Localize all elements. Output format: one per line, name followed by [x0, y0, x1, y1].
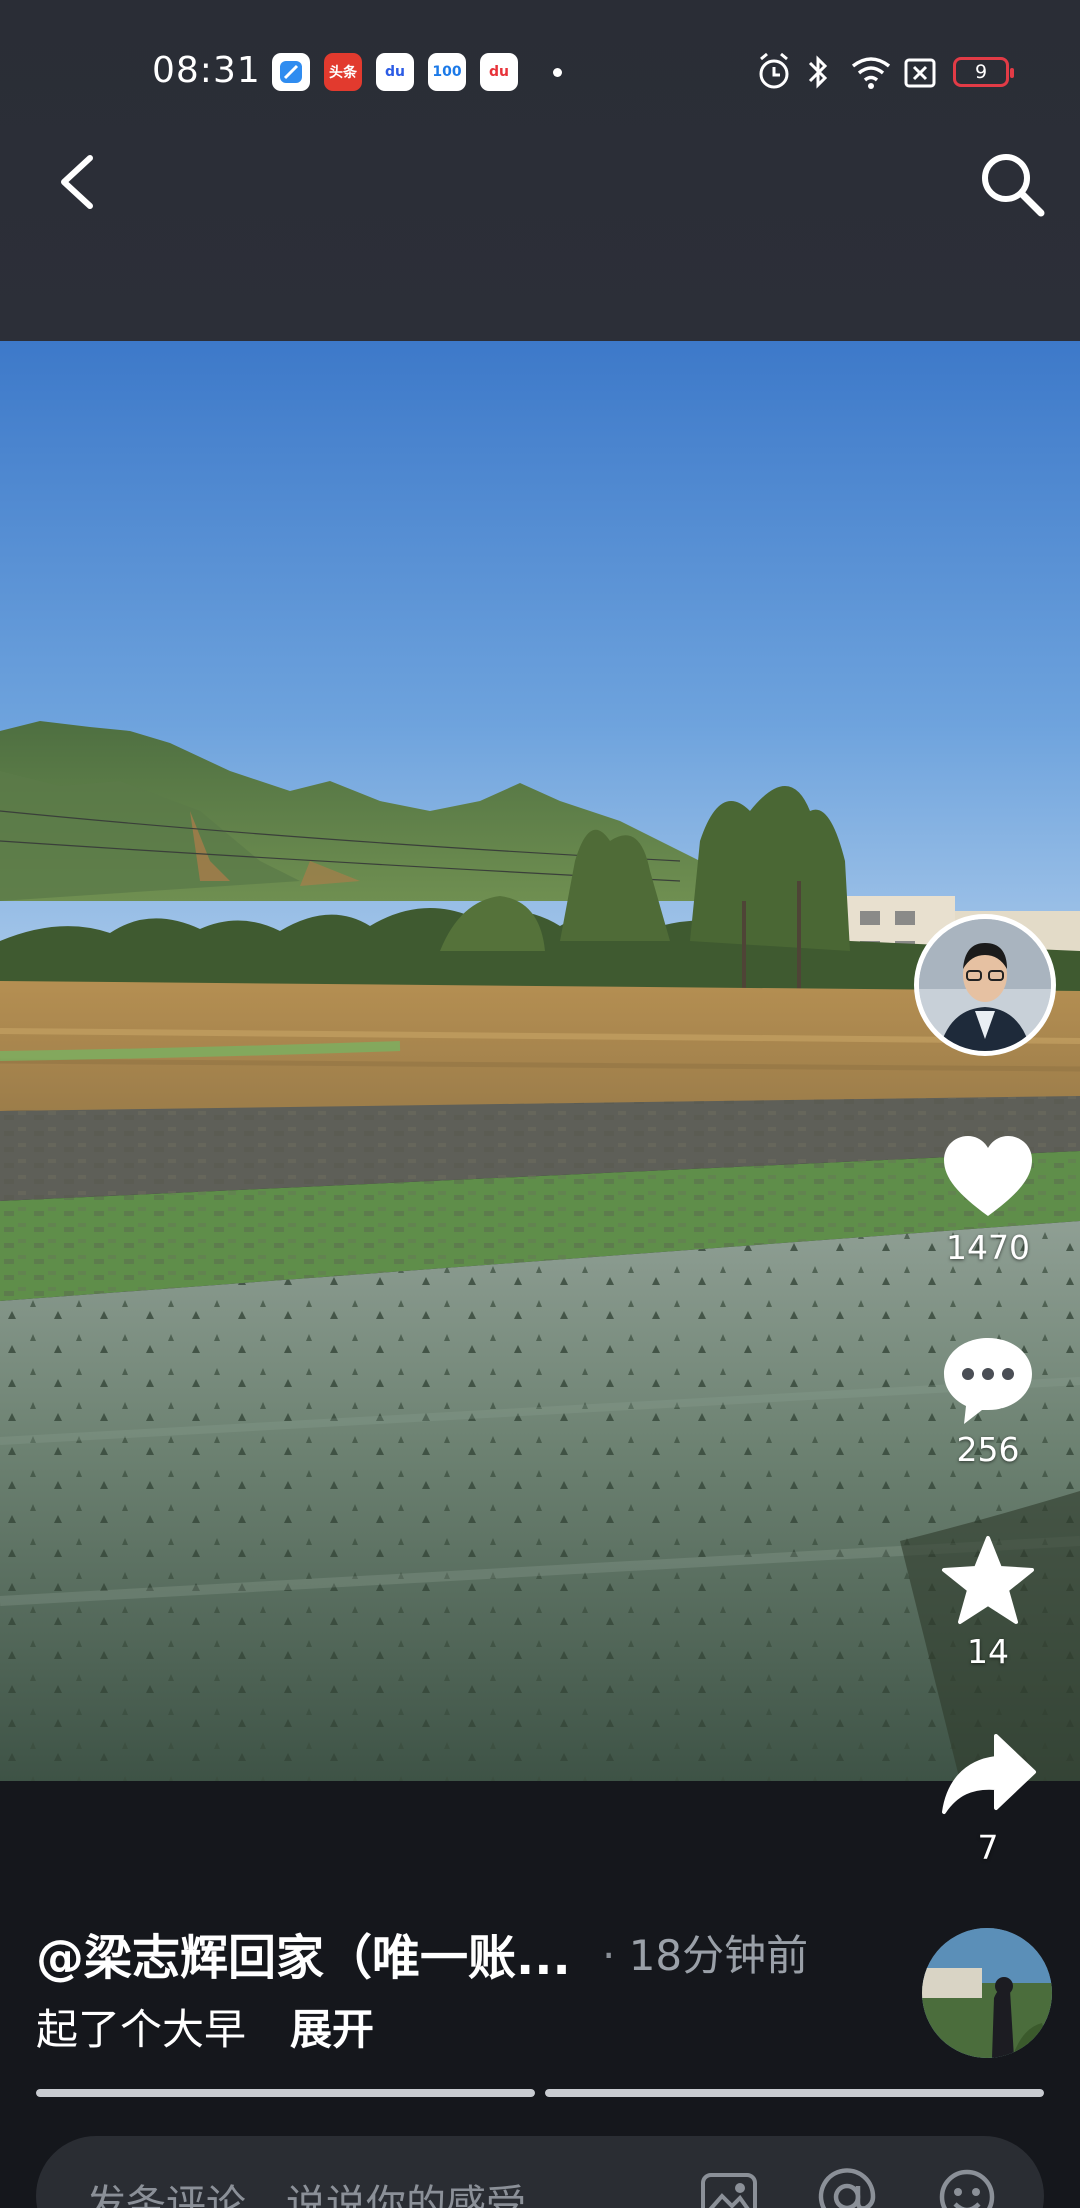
browser-app-icon: [272, 53, 310, 91]
comment-input-bar[interactable]: 发条评论，说说你的感受: [36, 2136, 1044, 2208]
image-icon[interactable]: [698, 2166, 760, 2208]
posted-time: 18分钟前: [602, 1922, 808, 1983]
status-bar: 08:31 头条 du 100 du 9: [0, 40, 1080, 102]
toutiao-app-icon: 头条: [324, 53, 362, 91]
progress-fill-2: [545, 2089, 1044, 2097]
notification-dot-icon: [553, 68, 562, 77]
like-button[interactable]: 1470: [928, 1128, 1048, 1267]
favorite-count: 14: [967, 1632, 1009, 1671]
kuaidi100-app-label: 100: [432, 64, 462, 80]
comment-icon: [944, 1338, 1032, 1424]
mention-icon[interactable]: [816, 2166, 878, 2208]
comment-button[interactable]: 256: [928, 1330, 1048, 1469]
search-button[interactable]: [978, 150, 1046, 218]
map-app-label: du: [489, 64, 509, 80]
heart-icon: [944, 1136, 1032, 1216]
comment-count: 256: [956, 1430, 1020, 1469]
battery-level: 9: [974, 61, 988, 83]
status-time: 08:31: [152, 50, 261, 91]
emoji-icon[interactable]: [936, 2166, 998, 2208]
share-button[interactable]: 7: [928, 1728, 1048, 1867]
share-count: 7: [977, 1828, 999, 1867]
author-avatar[interactable]: [914, 914, 1056, 1056]
alarm-icon: [759, 52, 789, 89]
star-icon: [942, 1536, 1034, 1624]
toutiao-app-label: 头条: [329, 65, 357, 81]
back-button[interactable]: [54, 152, 102, 212]
map-app-icon: du: [480, 53, 518, 91]
baidu-app-label: du: [385, 64, 405, 80]
progress-segment-2: [545, 2089, 1044, 2097]
top-header: 08:31 头条 du 100 du 9: [0, 0, 1080, 341]
progress-fill-1: [36, 2089, 535, 2097]
comment-placeholder: 发条评论，说说你的感受: [86, 2182, 526, 2208]
expand-caption-button[interactable]: 展开: [290, 1996, 374, 2057]
post-caption: 起了个大早: [36, 2005, 247, 2054]
progress-segment-1: [36, 2089, 535, 2097]
music-disc-avatar[interactable]: [922, 1928, 1052, 2058]
author-handle[interactable]: @梁志辉回家（唯一账...: [36, 1918, 571, 1988]
battery-icon: 9: [953, 57, 1014, 87]
share-arrow-icon: [942, 1734, 1036, 1814]
bluetooth-icon: [808, 55, 828, 89]
favorite-button[interactable]: 14: [928, 1532, 1048, 1671]
baidu-app-icon: du: [376, 53, 414, 91]
kuaidi100-app-icon: 100: [428, 53, 466, 91]
like-count: 1470: [946, 1228, 1030, 1267]
post-photo[interactable]: [0, 341, 1080, 1781]
wifi-icon: [851, 57, 891, 89]
no-sim-icon: [904, 58, 936, 88]
